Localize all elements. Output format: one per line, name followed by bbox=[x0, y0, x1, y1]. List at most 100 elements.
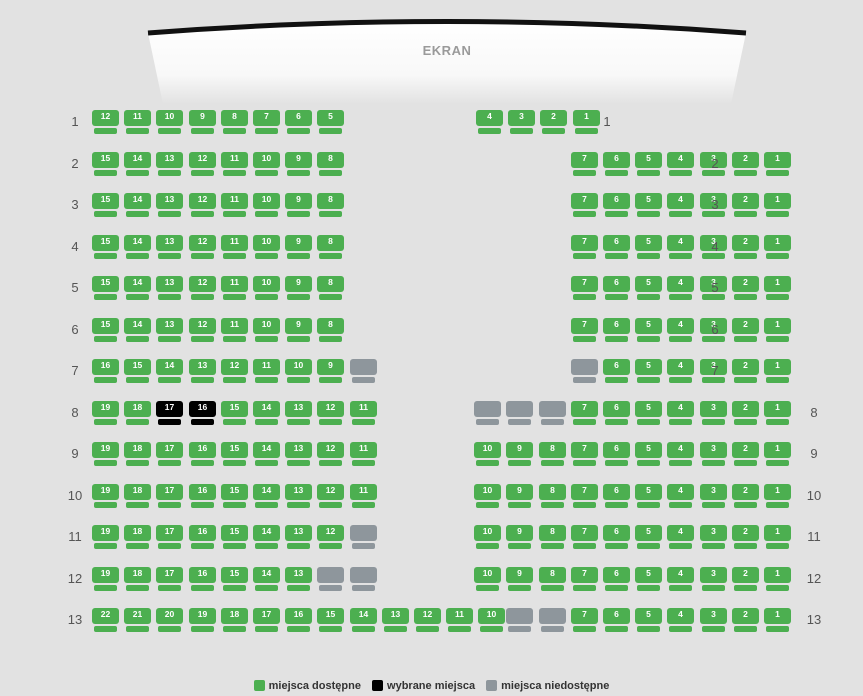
seat-available[interactable]: 15 bbox=[221, 401, 248, 426]
seat-available[interactable]: 1 bbox=[764, 608, 791, 633]
seat-available[interactable]: 1 bbox=[764, 442, 791, 467]
seat-available[interactable]: 18 bbox=[124, 442, 151, 467]
seat-available[interactable]: 12 bbox=[414, 608, 441, 633]
seat-available[interactable]: 9 bbox=[506, 525, 533, 550]
seat-available[interactable]: 15 bbox=[221, 484, 248, 509]
seat-available[interactable]: 11 bbox=[253, 359, 280, 384]
seat-available[interactable]: 5 bbox=[635, 359, 662, 384]
seat-available[interactable]: 16 bbox=[285, 608, 312, 633]
seat-available[interactable]: 17 bbox=[156, 442, 183, 467]
seat-available[interactable]: 12 bbox=[317, 442, 344, 467]
seat-available[interactable]: 12 bbox=[189, 193, 216, 218]
seat-available[interactable]: 9 bbox=[317, 359, 344, 384]
seat-available[interactable]: 8 bbox=[317, 318, 344, 343]
seat-available[interactable]: 16 bbox=[189, 442, 216, 467]
seat-available[interactable]: 4 bbox=[667, 235, 694, 260]
seat-available[interactable]: 1 bbox=[764, 276, 791, 301]
seat-available[interactable]: 2 bbox=[732, 442, 759, 467]
seat-available[interactable]: 7 bbox=[571, 152, 598, 177]
seat-available[interactable]: 1 bbox=[764, 567, 791, 592]
seat-available[interactable]: 13 bbox=[285, 525, 312, 550]
seat-available[interactable]: 2 bbox=[540, 110, 567, 135]
seat-available[interactable]: 13 bbox=[156, 152, 183, 177]
seat-available[interactable]: 6 bbox=[603, 401, 630, 426]
seat-available[interactable]: 14 bbox=[124, 152, 151, 177]
seat-available[interactable]: 1 bbox=[764, 193, 791, 218]
seat-available[interactable]: 14 bbox=[253, 442, 280, 467]
seat-available[interactable]: 15 bbox=[221, 525, 248, 550]
seat-available[interactable]: 14 bbox=[124, 276, 151, 301]
seat-available[interactable]: 5 bbox=[635, 235, 662, 260]
seat-available[interactable]: 6 bbox=[603, 152, 630, 177]
seat-available[interactable]: 14 bbox=[124, 318, 151, 343]
seat-available[interactable]: 5 bbox=[635, 318, 662, 343]
seat-available[interactable]: 12 bbox=[189, 152, 216, 177]
seat-available[interactable]: 9 bbox=[285, 276, 312, 301]
seat-available[interactable]: 3 bbox=[700, 401, 727, 426]
seat-available[interactable]: 6 bbox=[603, 567, 630, 592]
seat-available[interactable]: 1 bbox=[764, 401, 791, 426]
seat-available[interactable]: 1 bbox=[764, 359, 791, 384]
seat-available[interactable]: 9 bbox=[506, 484, 533, 509]
seat-available[interactable]: 2 bbox=[732, 484, 759, 509]
seat-available[interactable]: 18 bbox=[124, 525, 151, 550]
seat-available[interactable]: 7 bbox=[571, 235, 598, 260]
seat-available[interactable]: 6 bbox=[603, 608, 630, 633]
seat-available[interactable]: 17 bbox=[253, 608, 280, 633]
seat-available[interactable]: 10 bbox=[478, 608, 505, 633]
seat-available[interactable]: 10 bbox=[474, 525, 501, 550]
seat-available[interactable]: 9 bbox=[506, 442, 533, 467]
seat-available[interactable]: 13 bbox=[156, 276, 183, 301]
seat-available[interactable]: 13 bbox=[382, 608, 409, 633]
seat-available[interactable]: 2 bbox=[732, 401, 759, 426]
seat-available[interactable]: 11 bbox=[124, 110, 151, 135]
seat-available[interactable]: 12 bbox=[189, 276, 216, 301]
seat-available[interactable]: 8 bbox=[539, 484, 566, 509]
seat-available[interactable]: 10 bbox=[253, 152, 280, 177]
seat-available[interactable]: 12 bbox=[317, 401, 344, 426]
seat-available[interactable]: 15 bbox=[317, 608, 344, 633]
seat-available[interactable]: 19 bbox=[92, 442, 119, 467]
seat-available[interactable]: 7 bbox=[571, 608, 598, 633]
seat-available[interactable]: 3 bbox=[700, 525, 727, 550]
seat-available[interactable]: 12 bbox=[92, 110, 119, 135]
seat-available[interactable]: 6 bbox=[603, 359, 630, 384]
seat-available[interactable]: 5 bbox=[635, 567, 662, 592]
seat-available[interactable]: 15 bbox=[221, 567, 248, 592]
seat-available[interactable]: 2 bbox=[732, 525, 759, 550]
seat-available[interactable]: 16 bbox=[92, 359, 119, 384]
seat-available[interactable]: 17 bbox=[156, 567, 183, 592]
seat-available[interactable]: 18 bbox=[221, 608, 248, 633]
seat-available[interactable]: 11 bbox=[221, 318, 248, 343]
seat-available[interactable]: 12 bbox=[317, 484, 344, 509]
seat-available[interactable]: 13 bbox=[156, 193, 183, 218]
seat-available[interactable]: 15 bbox=[92, 193, 119, 218]
seat-available[interactable]: 5 bbox=[635, 152, 662, 177]
seat-available[interactable]: 7 bbox=[571, 484, 598, 509]
seat-available[interactable]: 19 bbox=[92, 525, 119, 550]
seat-available[interactable]: 2 bbox=[732, 235, 759, 260]
seat-available[interactable]: 11 bbox=[221, 276, 248, 301]
seat-available[interactable]: 6 bbox=[603, 442, 630, 467]
seat-available[interactable]: 9 bbox=[189, 110, 216, 135]
seat-available[interactable]: 19 bbox=[92, 401, 119, 426]
seat-available[interactable]: 2 bbox=[732, 567, 759, 592]
seat-available[interactable]: 14 bbox=[350, 608, 377, 633]
seat-available[interactable]: 1 bbox=[764, 525, 791, 550]
seat-available[interactable]: 11 bbox=[221, 235, 248, 260]
seat-available[interactable]: 3 bbox=[700, 442, 727, 467]
seat-available[interactable]: 4 bbox=[667, 608, 694, 633]
seat-available[interactable]: 13 bbox=[156, 318, 183, 343]
seat-available[interactable]: 1 bbox=[764, 235, 791, 260]
seat-available[interactable]: 19 bbox=[92, 484, 119, 509]
seat-available[interactable]: 9 bbox=[285, 193, 312, 218]
seat-available[interactable]: 16 bbox=[189, 567, 216, 592]
seat-available[interactable]: 11 bbox=[350, 484, 377, 509]
seat-available[interactable]: 4 bbox=[667, 193, 694, 218]
seat-available[interactable]: 10 bbox=[474, 484, 501, 509]
seat-available[interactable]: 5 bbox=[635, 276, 662, 301]
seat-available[interactable]: 7 bbox=[253, 110, 280, 135]
seat-available[interactable]: 19 bbox=[189, 608, 216, 633]
seat-available[interactable]: 13 bbox=[156, 235, 183, 260]
seat-available[interactable]: 7 bbox=[571, 442, 598, 467]
